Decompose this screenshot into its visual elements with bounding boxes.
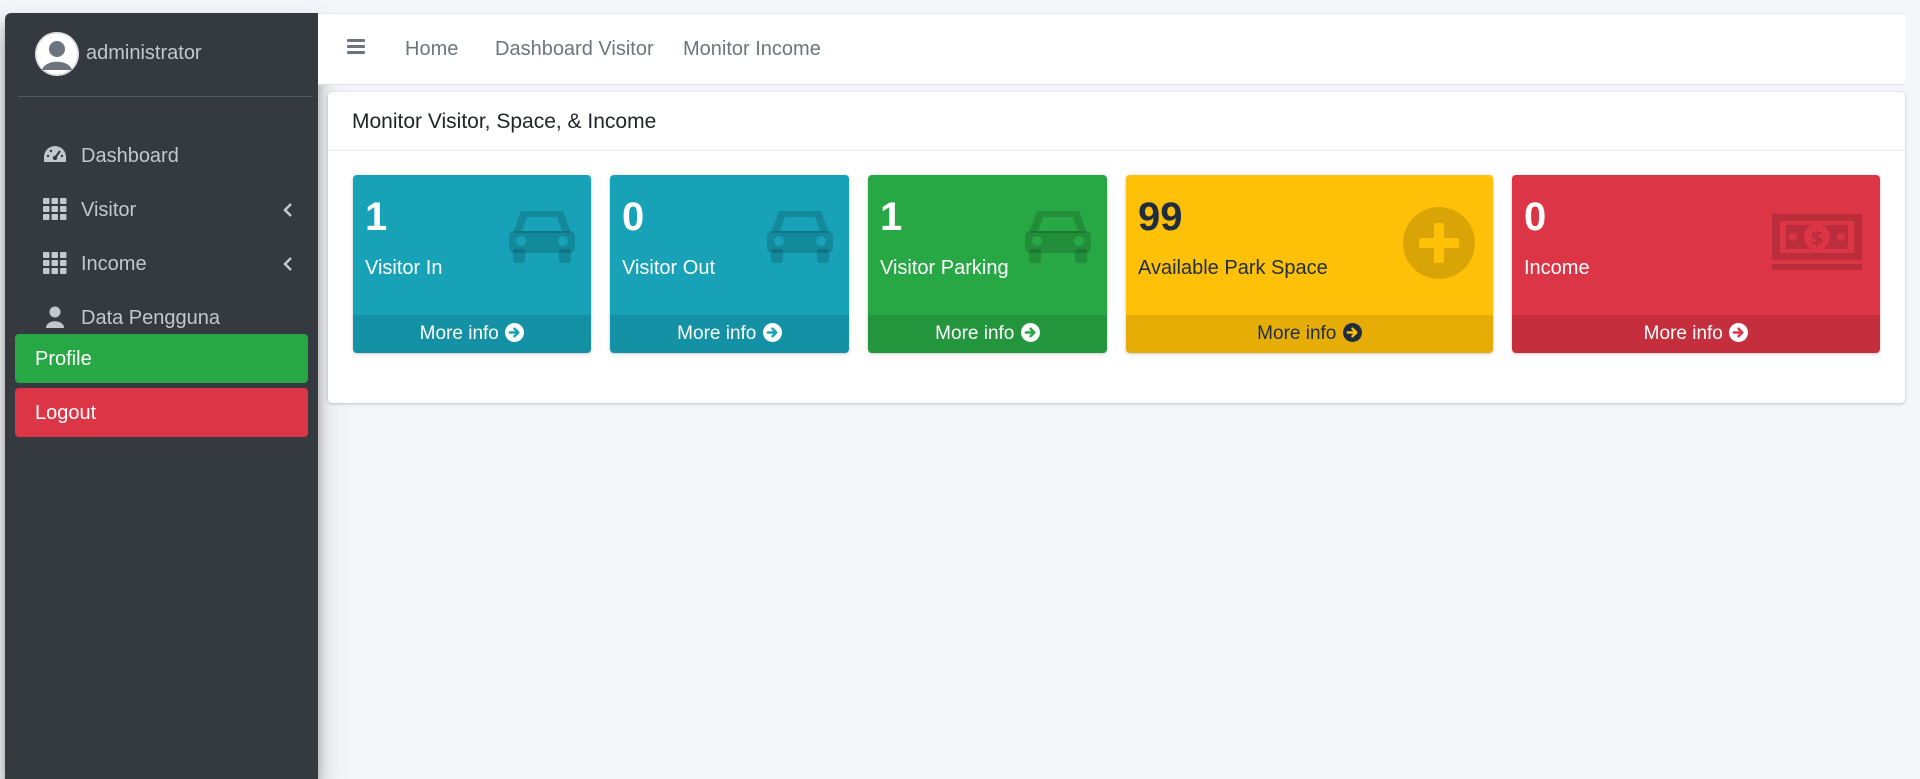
plus-circle-icon [1403, 207, 1475, 284]
logout-button-label: Logout [35, 402, 97, 424]
small-box-visitor-out: 0 Visitor Out More info [610, 175, 849, 353]
card-title: Monitor Visitor, Space, & Income [352, 110, 657, 133]
car-icon [507, 205, 577, 270]
card-header: Monitor Visitor, Space, & Income [328, 92, 1905, 151]
sidebar: administrator Dashboard Visitor Income D… [5, 13, 318, 779]
car-icon [765, 205, 835, 270]
avatar[interactable] [35, 32, 79, 76]
arrow-circle-right-icon [505, 323, 525, 342]
available-park-space-more-info[interactable]: More info [1126, 315, 1493, 353]
profile-button-label: Profile [35, 348, 92, 370]
logout-button[interactable]: Logout [15, 388, 308, 437]
arrow-circle-right-icon [1020, 323, 1040, 342]
sidebar-item-label: Visitor [81, 199, 137, 221]
more-info-label: More info [419, 323, 499, 344]
income-value: 0 [1524, 195, 1547, 239]
income-label: Income [1524, 257, 1590, 279]
visitor-out-more-info[interactable]: More info [610, 315, 849, 353]
small-box-visitor-in: 1 Visitor In More info [353, 175, 591, 353]
top-navbar: Home Dashboard Visitor Monitor Income [318, 13, 1905, 85]
visitor-in-more-info[interactable]: More info [353, 315, 591, 353]
grid-icon [43, 252, 67, 274]
arrow-circle-right-icon [762, 323, 782, 342]
visitor-parking-more-info[interactable]: More info [868, 315, 1107, 353]
small-box-visitor-parking: 1 Visitor Parking More info [868, 175, 1107, 353]
visitor-parking-label: Visitor Parking [880, 257, 1009, 279]
nav-link-home[interactable]: Home [405, 38, 458, 61]
arrow-circle-right-icon [1729, 323, 1749, 342]
arrow-circle-right-icon [1342, 323, 1362, 342]
small-box-income: 0 Income $ More info [1512, 175, 1880, 353]
nav-link-monitor-income[interactable]: Monitor Income [683, 38, 821, 61]
more-info-label: More info [677, 323, 757, 344]
visitor-out-label: Visitor Out [622, 257, 715, 279]
grid-icon [43, 198, 67, 220]
small-box-available-park-space: 99 Available Park Space More info [1126, 175, 1493, 353]
visitor-in-value: 1 [365, 195, 388, 239]
user-icon [43, 306, 67, 328]
svg-text:$: $ [1810, 227, 1823, 249]
visitor-in-label: Visitor In [365, 257, 443, 279]
more-info-label: More info [1257, 323, 1337, 344]
hamburger-menu-icon[interactable] [347, 39, 365, 55]
income-more-info[interactable]: More info [1512, 315, 1880, 353]
sidebar-item-label: Income [81, 253, 147, 275]
chevron-left-icon [282, 201, 294, 217]
sidebar-item-label: Dashboard [81, 145, 179, 167]
user-name[interactable]: administrator [86, 42, 202, 65]
profile-button[interactable]: Profile [15, 334, 308, 383]
sidebar-item-income[interactable]: Income [18, 238, 313, 288]
sidebar-item-label: Data Pengguna [81, 307, 221, 329]
more-info-label: More info [1643, 323, 1723, 344]
available-park-space-label: Available Park Space [1138, 257, 1328, 279]
sidebar-item-visitor[interactable]: Visitor [18, 184, 313, 234]
more-info-label: More info [935, 323, 1015, 344]
tachometer-icon [43, 144, 67, 166]
user-panel[interactable]: administrator [18, 13, 313, 97]
visitor-parking-value: 1 [880, 195, 903, 239]
money-bill-icon: $ [1772, 214, 1862, 275]
available-park-space-value: 99 [1138, 195, 1183, 239]
car-icon [1023, 205, 1093, 270]
nav-link-dashboard-visitor[interactable]: Dashboard Visitor [495, 38, 654, 61]
sidebar-item-dashboard[interactable]: Dashboard [18, 130, 313, 180]
monitor-card: Monitor Visitor, Space, & Income 1 Visit… [328, 92, 1905, 403]
visitor-out-value: 0 [622, 195, 645, 239]
chevron-left-icon [282, 255, 294, 271]
